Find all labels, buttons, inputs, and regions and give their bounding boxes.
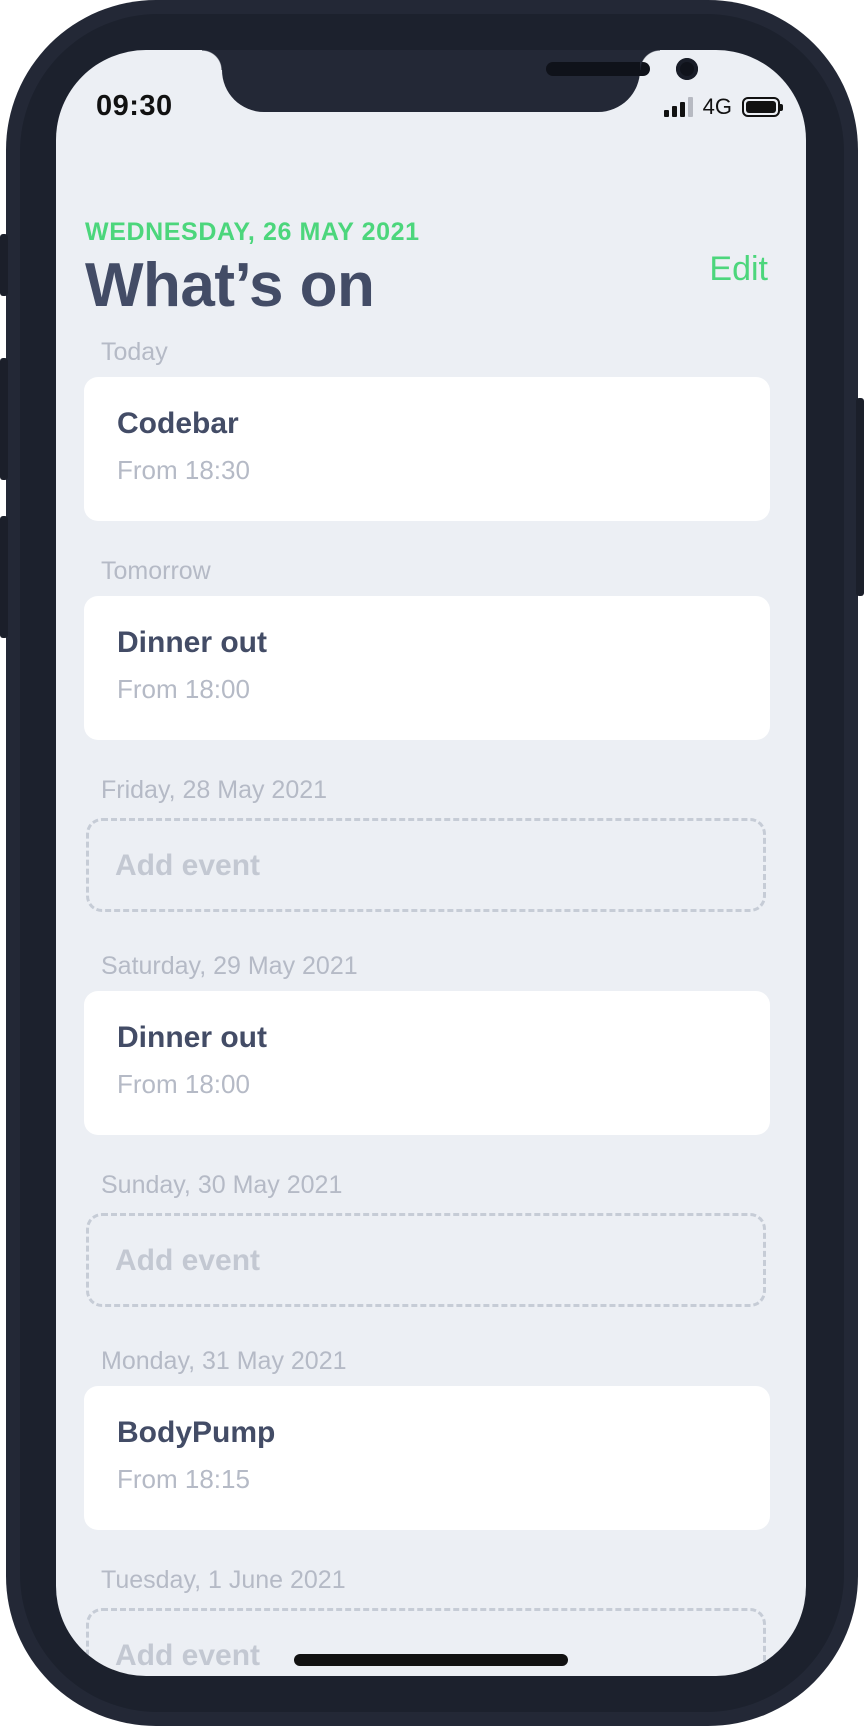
battery-icon bbox=[742, 97, 783, 117]
day-label-friday: Friday, 28 May 2021 bbox=[101, 776, 328, 804]
speaker-grille bbox=[546, 62, 650, 76]
home-indicator[interactable] bbox=[294, 1654, 568, 1666]
event-time: From 18:00 bbox=[117, 1069, 250, 1099]
notch bbox=[222, 50, 698, 112]
event-time: From 18:15 bbox=[117, 1464, 250, 1494]
event-card[interactable]: Dinner out From 18:00 bbox=[84, 991, 770, 1135]
power-button bbox=[856, 398, 864, 596]
event-time: From 18:30 bbox=[117, 455, 250, 485]
event-card[interactable]: BodyPump From 18:15 bbox=[84, 1386, 770, 1530]
day-label-saturday: Saturday, 29 May 2021 bbox=[101, 952, 358, 980]
event-card[interactable]: Codebar From 18:30 bbox=[84, 377, 770, 521]
page-title: What’s on bbox=[85, 251, 375, 320]
event-title: Dinner out bbox=[117, 626, 267, 659]
current-date: WEDNESDAY, 26 MAY 2021 bbox=[85, 218, 420, 246]
add-event-label: Add event bbox=[115, 1244, 261, 1277]
event-time: From 18:00 bbox=[117, 674, 250, 704]
volume-up-button bbox=[0, 358, 8, 480]
add-event-label: Add event bbox=[115, 1639, 261, 1672]
event-title: Codebar bbox=[117, 407, 239, 440]
event-title: Dinner out bbox=[117, 1021, 267, 1054]
add-event-label: Add event bbox=[115, 849, 261, 882]
day-label-tomorrow: Tomorrow bbox=[101, 557, 211, 585]
event-title: BodyPump bbox=[117, 1416, 276, 1449]
day-label-sunday: Sunday, 30 May 2021 bbox=[101, 1171, 343, 1199]
notch-corner-left bbox=[202, 50, 222, 70]
front-camera bbox=[676, 58, 698, 80]
event-card[interactable]: Dinner out From 18:00 bbox=[84, 596, 770, 740]
day-label-tuesday: Tuesday, 1 June 2021 bbox=[101, 1566, 346, 1594]
edit-button[interactable]: Edit bbox=[709, 250, 768, 289]
notch-corner-right bbox=[640, 50, 660, 70]
network-type: 4G bbox=[702, 94, 732, 119]
add-event-slot[interactable]: Add event bbox=[86, 1213, 766, 1307]
volume-down-button bbox=[0, 516, 8, 638]
day-label-monday: Monday, 31 May 2021 bbox=[101, 1347, 347, 1375]
cellular-signal-icon bbox=[663, 97, 693, 117]
status-time: 09:30 bbox=[96, 90, 173, 122]
add-event-slot[interactable]: Add event bbox=[86, 818, 766, 912]
screen: 09:30 4G WEDNESDAY, 26 MAY 2021 What’s o… bbox=[56, 50, 806, 1676]
mute-switch bbox=[0, 234, 8, 296]
status-indicators: 4G bbox=[663, 94, 783, 120]
day-label-today: Today bbox=[101, 338, 168, 366]
